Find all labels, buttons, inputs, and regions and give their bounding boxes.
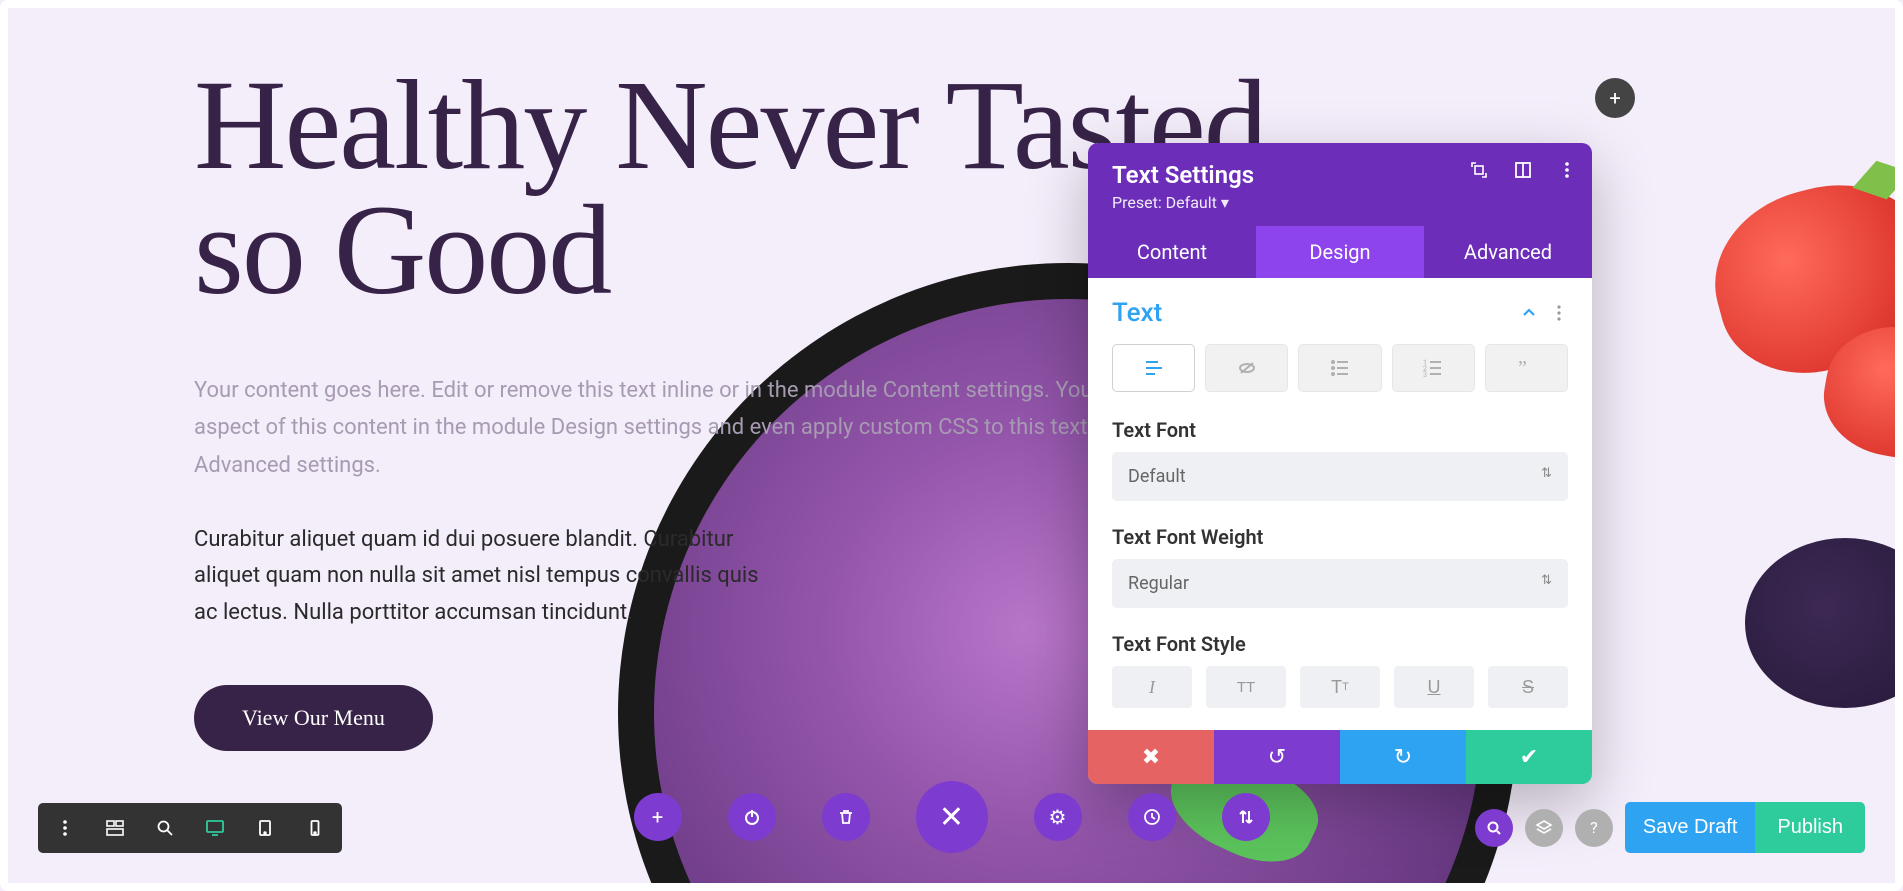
cancel-button[interactable]: ✖ — [1088, 730, 1214, 784]
kebab-icon[interactable] — [1556, 159, 1578, 181]
text-settings-panel: Text Settings Preset: Default ▾ Content … — [1088, 143, 1592, 784]
font-select[interactable]: Default⇅ — [1112, 452, 1568, 501]
type-ul-button[interactable] — [1298, 344, 1381, 392]
panel-header: Text Settings Preset: Default ▾ — [1088, 143, 1592, 226]
panel-tabs: Content Design Advanced — [1088, 226, 1592, 278]
panel-body: Text 123 ” Text Font Default⇅ Text Font … — [1088, 278, 1592, 730]
redo-icon: ↻ — [1394, 745, 1412, 770]
type-quote-button[interactable]: ” — [1485, 344, 1568, 392]
portability-button[interactable] — [1222, 793, 1270, 841]
save-draft-button[interactable]: Save Draft — [1625, 802, 1755, 853]
up-down-caret-icon: ⇅ — [1541, 466, 1552, 481]
weight-label: Text Font Weight — [1112, 525, 1568, 549]
kebab-icon[interactable] — [1550, 304, 1568, 322]
search-button[interactable] — [1475, 809, 1513, 847]
undo-button[interactable]: ↺ — [1214, 730, 1340, 784]
editor-canvas[interactable]: Healthy Never Tasted so Good Your conten… — [8, 8, 1895, 883]
layers-button[interactable] — [1525, 809, 1563, 847]
svg-text:”: ” — [1518, 357, 1527, 379]
close-icon: ✕ — [939, 800, 964, 835]
redo-button[interactable]: ↻ — [1340, 730, 1466, 784]
up-down-caret-icon: ⇅ — [1541, 573, 1552, 588]
tab-design[interactable]: Design — [1256, 226, 1424, 278]
weight-select[interactable]: Regular⇅ — [1112, 559, 1568, 608]
panel-preset[interactable]: Preset: Default ▾ — [1112, 193, 1568, 212]
history-button[interactable] — [1128, 793, 1176, 841]
uppercase-button[interactable]: TT — [1206, 666, 1286, 708]
help-button[interactable]: ? — [1575, 809, 1613, 847]
gear-icon: ⚙ — [1049, 805, 1067, 829]
section-title-text[interactable]: Text — [1112, 298, 1162, 328]
question-icon: ? — [1590, 818, 1598, 837]
style-label: Text Font Style — [1112, 632, 1568, 656]
font-label: Text Font — [1112, 418, 1568, 442]
text-type-selector: 123 ” — [1112, 344, 1568, 392]
plus-icon: + — [652, 805, 663, 829]
close-builder-button[interactable]: ✕ — [916, 781, 988, 853]
tab-advanced[interactable]: Advanced — [1424, 226, 1592, 278]
snap-icon[interactable] — [1512, 159, 1534, 181]
viewport-toolbar — [38, 803, 342, 853]
desktop-view-button[interactable] — [190, 805, 240, 851]
svg-text:3: 3 — [1423, 371, 1427, 379]
phone-view-button[interactable] — [290, 805, 340, 851]
chevron-up-icon[interactable] — [1520, 304, 1538, 322]
trash-button[interactable] — [822, 793, 870, 841]
type-ol-button[interactable]: 123 — [1392, 344, 1475, 392]
builder-center-controls: + ✕ ⚙ — [634, 781, 1270, 853]
add-section-button[interactable]: + — [1595, 78, 1635, 118]
type-link-button[interactable] — [1205, 344, 1288, 392]
tab-content[interactable]: Content — [1088, 226, 1256, 278]
plus-icon: + — [1609, 86, 1620, 110]
wireframe-view-button[interactable] — [90, 805, 140, 851]
publish-button[interactable]: Publish — [1755, 802, 1865, 853]
italic-button[interactable]: I — [1112, 666, 1192, 708]
builder-right-controls: ? Save Draft Publish — [1475, 802, 1865, 853]
tablet-view-button[interactable] — [240, 805, 290, 851]
power-button[interactable] — [728, 793, 776, 841]
view-menu-button[interactable]: View Our Menu — [194, 685, 433, 751]
builder-menu-button[interactable] — [40, 805, 90, 851]
expand-icon[interactable] — [1468, 159, 1490, 181]
underline-button[interactable]: U — [1394, 666, 1474, 708]
add-module-button[interactable]: + — [634, 793, 682, 841]
type-paragraph-button[interactable] — [1112, 344, 1195, 392]
blackberry-image — [1745, 538, 1895, 708]
smallcaps-button[interactable]: TT — [1300, 666, 1380, 708]
check-icon: ✔ — [1520, 745, 1538, 770]
zoom-button[interactable] — [140, 805, 190, 851]
sub-paragraph[interactable]: Curabitur aliquet quam id dui posuere bl… — [194, 522, 764, 631]
panel-actions: ✖ ↺ ↻ ✔ — [1088, 730, 1592, 784]
undo-icon: ↺ — [1268, 745, 1286, 770]
strikethrough-button[interactable]: S — [1488, 666, 1568, 708]
close-icon: ✖ — [1142, 745, 1160, 770]
confirm-button[interactable]: ✔ — [1466, 730, 1592, 784]
page-settings-button[interactable]: ⚙ — [1034, 793, 1082, 841]
